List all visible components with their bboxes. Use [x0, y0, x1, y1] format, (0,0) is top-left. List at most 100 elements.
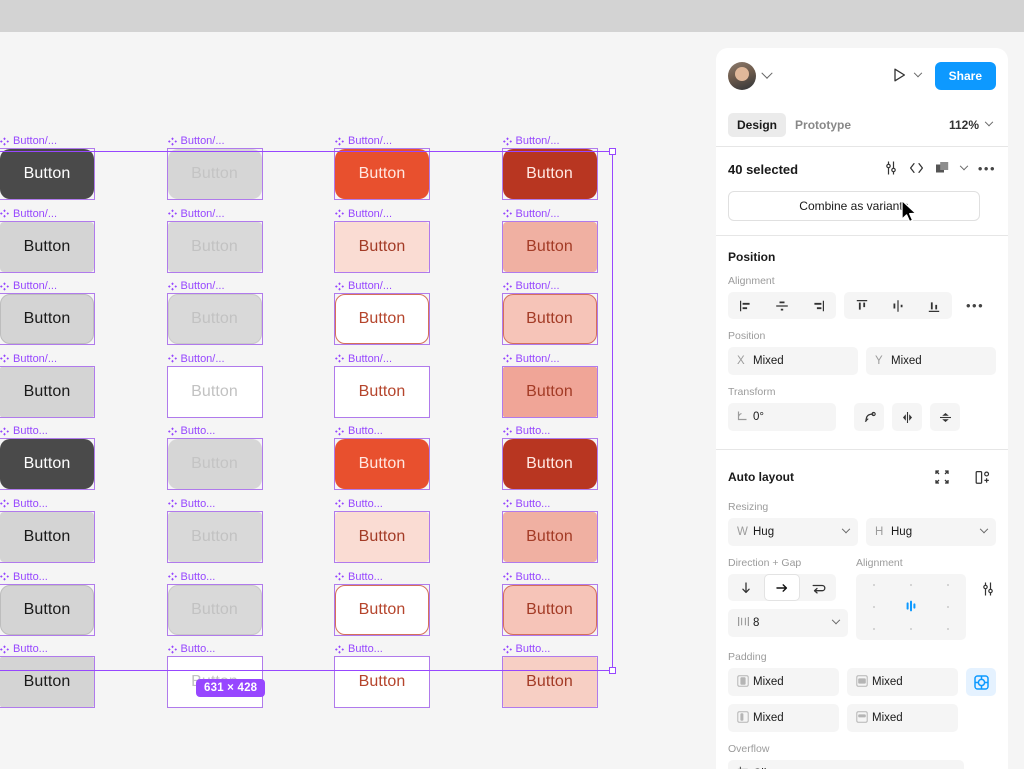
collapse-icon[interactable] — [928, 464, 956, 490]
chevron-down-icon[interactable] — [761, 67, 773, 79]
width-chevron-down-icon[interactable] — [841, 524, 851, 534]
tab-design[interactable]: Design — [728, 113, 787, 137]
component-instance-cell[interactable]: Button/... Button — [150, 208, 318, 281]
share-button[interactable]: Share — [934, 62, 996, 90]
component-instance-cell[interactable]: Butto...Button — [0, 571, 150, 644]
present-chevron-down-icon[interactable] — [913, 68, 922, 78]
button-component[interactable]: Button — [502, 149, 597, 199]
component-instance-cell[interactable]: Butto... Button — [317, 425, 485, 498]
instance-name-label[interactable]: Button/... — [335, 135, 392, 147]
instance-name-label[interactable]: Butto... — [335, 425, 383, 437]
tune-icon[interactable] — [884, 161, 898, 178]
instance-name-label[interactable]: Butto... — [335, 571, 383, 583]
instance-name-label[interactable]: Button/... — [335, 208, 392, 220]
auto-layout-advanced-tune-icon[interactable] — [974, 576, 1002, 602]
arrow-down-icon[interactable] — [728, 574, 764, 601]
button-component[interactable]: Button — [0, 366, 94, 417]
flip-vertical-icon[interactable] — [930, 403, 960, 431]
button-component[interactable]: Button — [0, 149, 94, 199]
component-instance-cell[interactable]: Button/... Button — [150, 353, 318, 426]
component-instance-cell[interactable]: Butto...Button — [485, 643, 653, 716]
padding-horizontal-field[interactable]: Mixed — [728, 668, 839, 696]
instance-name-label[interactable]: Button/... — [335, 353, 392, 365]
instance-name-label[interactable]: Butto... — [335, 643, 383, 655]
instance-name-label[interactable]: Butto... — [502, 643, 550, 655]
align-left-icon[interactable] — [728, 292, 764, 319]
wrap-icon[interactable] — [800, 574, 836, 601]
instance-name-label[interactable]: Butto... — [167, 425, 215, 437]
position-y-field[interactable]: Y Mixed — [866, 347, 996, 375]
gap-field[interactable]: 8 — [728, 609, 848, 637]
code-icon[interactable] — [909, 162, 924, 177]
padding-individual-icon[interactable] — [966, 668, 996, 696]
tab-prototype[interactable]: Prototype — [786, 113, 860, 137]
instance-name-label[interactable]: Butto... — [0, 571, 48, 583]
button-component[interactable]: Button — [502, 221, 597, 272]
button-component[interactable]: Button — [0, 511, 94, 562]
button-component[interactable]: Button — [335, 221, 429, 272]
instance-name-label[interactable]: Butto... — [167, 571, 215, 583]
instance-name-label[interactable]: Button/... — [167, 208, 225, 220]
instance-name-label[interactable]: Butto... — [502, 425, 550, 437]
instance-name-label[interactable]: Button/... — [0, 280, 57, 292]
button-component[interactable]: Button — [502, 294, 597, 345]
overflow-field[interactable]: Clip content — [728, 760, 964, 769]
align-horizontal-center-icon[interactable] — [764, 292, 800, 319]
button-component[interactable]: Button — [335, 439, 429, 490]
component-instance-cell[interactable]: Butto...Button — [150, 498, 318, 571]
more-icon[interactable]: ••• — [966, 299, 984, 312]
instance-name-label[interactable]: Button/... — [0, 208, 57, 220]
button-component[interactable]: Button — [502, 584, 597, 635]
button-component[interactable]: Button — [0, 294, 94, 345]
component-instance-cell[interactable]: Button/... Button — [0, 280, 150, 353]
instance-name-label[interactable]: Butto... — [167, 643, 215, 655]
component-instance-cell[interactable]: Butto... Button — [0, 425, 150, 498]
position-x-field[interactable]: X Mixed — [728, 347, 858, 375]
component-instance-cell[interactable]: Butto...Button — [485, 498, 653, 571]
button-component[interactable]: Button — [0, 439, 94, 490]
instance-name-label[interactable]: Butto... — [502, 498, 550, 510]
instance-name-label[interactable]: Button/... — [502, 135, 560, 147]
gap-chevron-down-icon[interactable] — [831, 615, 841, 625]
button-component[interactable]: Button — [502, 366, 597, 417]
component-instance-cell[interactable]: Butto...Button — [0, 498, 150, 571]
add-auto-layout-icon[interactable] — [968, 464, 996, 490]
copy-icon[interactable] — [935, 161, 950, 178]
height-resizing-field[interactable]: H Hug — [866, 518, 996, 546]
button-component[interactable]: Button — [167, 511, 262, 562]
instance-name-label[interactable]: Butto... — [0, 425, 48, 437]
padding-vertical-field[interactable]: Mixed — [847, 668, 958, 696]
padding-left-field[interactable]: Mixed — [728, 704, 839, 732]
instance-name-label[interactable]: Button/... — [167, 280, 225, 292]
instance-name-label[interactable]: Button/... — [167, 135, 225, 147]
component-instance-cell[interactable]: Button/... Button — [0, 353, 150, 426]
button-component[interactable]: Button — [167, 294, 262, 345]
align-vertical-center-icon[interactable] — [880, 292, 916, 319]
chevron-down-icon[interactable] — [959, 161, 969, 171]
component-instance-cell[interactable]: Button/... Button — [317, 208, 485, 281]
instance-name-label[interactable]: Button/... — [0, 353, 57, 365]
component-instance-cell[interactable]: Button/... Button — [150, 280, 318, 353]
component-instance-cell[interactable]: Butto...Button — [150, 571, 318, 644]
component-instance-cell[interactable]: Button/... Button — [317, 280, 485, 353]
alignment-pad[interactable] — [856, 574, 966, 640]
button-component[interactable]: Button — [167, 366, 262, 417]
width-resizing-field[interactable]: W Hug — [728, 518, 858, 546]
component-instance-cell[interactable]: Button/... Button — [485, 353, 653, 426]
padding-top-field[interactable]: Mixed — [847, 704, 958, 732]
component-instance-cell[interactable]: Button/... Button — [150, 135, 318, 208]
combine-as-variants-button[interactable]: Combine as variants — [728, 191, 980, 221]
instance-name-label[interactable]: Butto... — [502, 571, 550, 583]
rotation-field[interactable]: 0° — [728, 403, 836, 431]
component-instance-cell[interactable]: Butto...Button — [0, 643, 150, 716]
instance-name-label[interactable]: Button/... — [502, 280, 560, 292]
arrow-right-icon[interactable] — [764, 574, 800, 601]
more-icon[interactable]: ••• — [978, 162, 996, 175]
component-instance-cell[interactable]: Button/... Button — [485, 135, 653, 208]
component-instance-cell[interactable]: Butto...Button — [485, 425, 653, 498]
instance-name-label[interactable]: Button/... — [167, 353, 225, 365]
button-component[interactable]: Button — [0, 221, 94, 272]
button-component[interactable]: Button — [335, 511, 429, 562]
component-instance-cell[interactable]: Button/... Button — [317, 135, 485, 208]
instance-name-label[interactable]: Button/... — [502, 208, 560, 220]
